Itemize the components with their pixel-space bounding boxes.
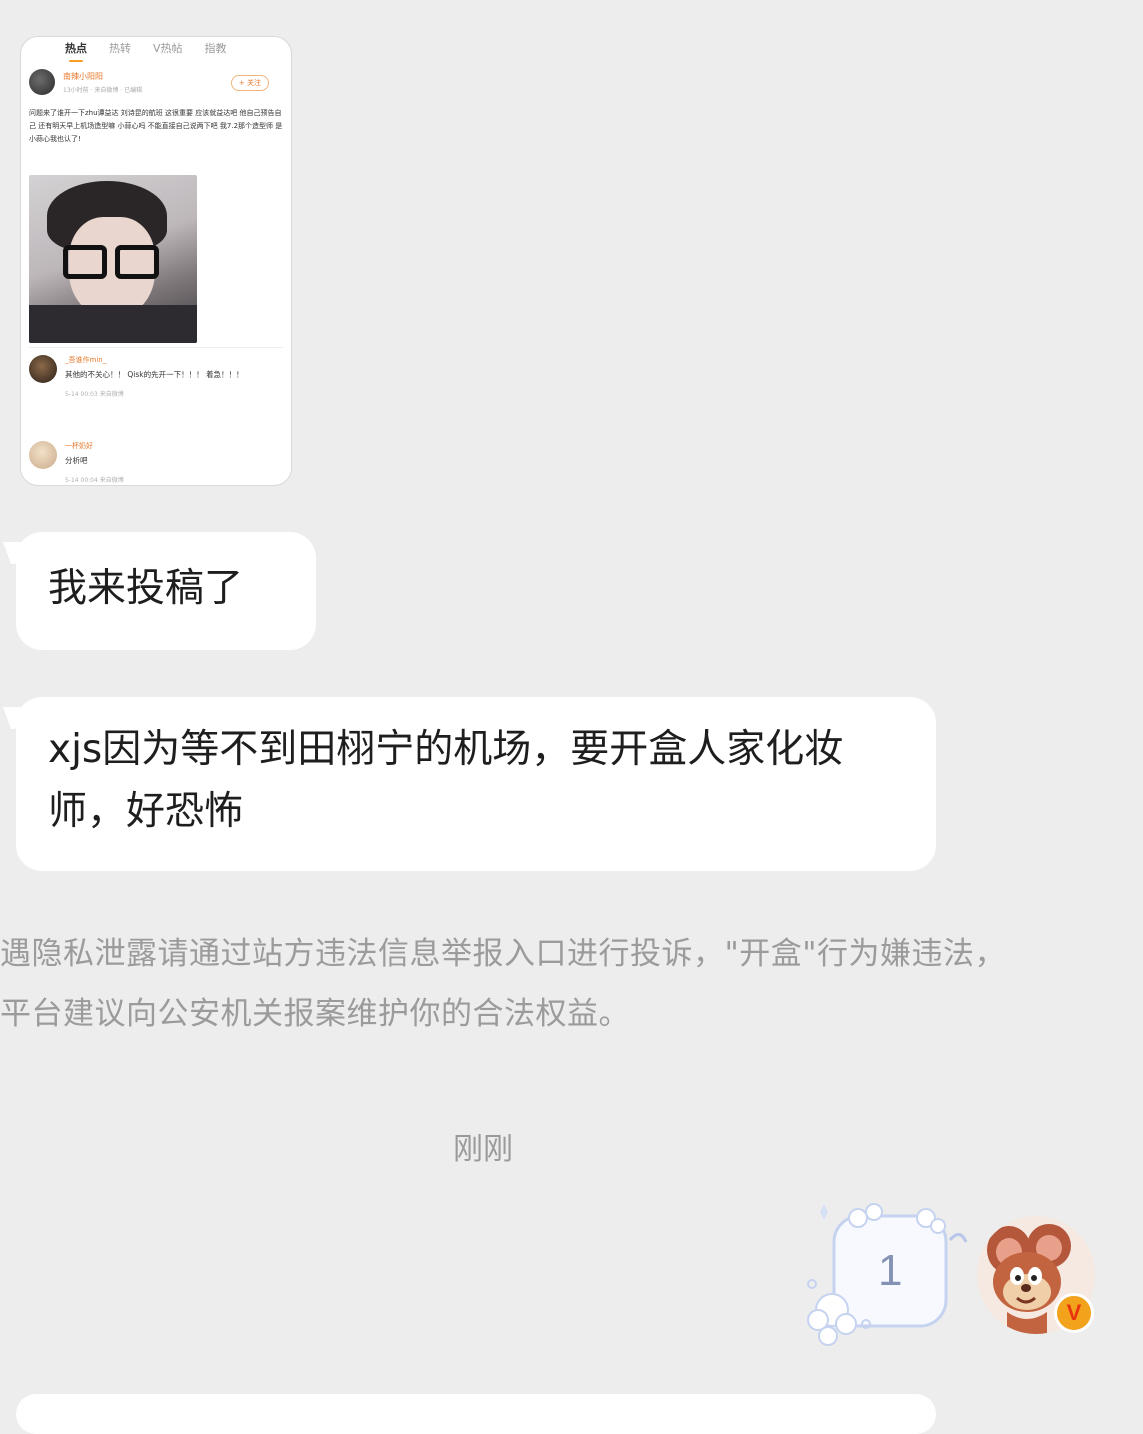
- thumbnail-post-text: 问题来了谁开一下zhu谭益达 刘诗昆的航班 这很重要 应该就益达吧 他自己预告自…: [29, 109, 283, 143]
- comment-1-text: 其他的不关心！！ Qisk的先开一下！！！ 着急！！！: [65, 370, 244, 379]
- thumbnail-comment-1: _吾谁作min_ 其他的不关心！！ Qisk的先开一下！！！ 着急！！！ 5-1…: [29, 355, 244, 398]
- sticker-number: 1: [878, 1246, 903, 1295]
- thumbnail-username: 南辣小阳阳: [63, 71, 103, 81]
- comment-2-avatar: [29, 441, 57, 469]
- thumbnail-post-header: 南辣小阳阳 13小时前 · 来自微博 · 已编辑: [29, 69, 142, 95]
- thumbnail-post-photo: [29, 175, 197, 343]
- comment-1-name: _吾谁作min_: [65, 356, 107, 364]
- thumbnail-tab-3: V热帖: [153, 42, 183, 55]
- verified-badge-icon: V: [1054, 1293, 1094, 1333]
- image-message-thumbnail[interactable]: 热点 热转 V热帖 指教 南辣小阳阳 13小时前 · 来自微博 · 已编辑 + …: [20, 36, 292, 486]
- thumbnail-user-meta: 13小时前 · 来自微博 · 已编辑: [63, 86, 143, 94]
- photo-glasses-right: [115, 245, 159, 279]
- comment-1-avatar: [29, 355, 57, 383]
- comment-2-name: 一杯奶好: [65, 442, 93, 450]
- comment-1-meta: 5-14 00:03 来自微博: [65, 391, 124, 398]
- thumbnail-user-avatar: [29, 69, 55, 95]
- message-bubble-partial[interactable]: [16, 1394, 936, 1434]
- thumbnail-tab-4: 指教: [204, 42, 227, 55]
- thumbnail-follow-label: + 关注: [230, 75, 269, 91]
- photo-glasses-left: [63, 245, 107, 279]
- message-text: xjs因为等不到田栩宁的机场，要开盒人家化妆师，好恐怖: [48, 727, 844, 834]
- comment-2-meta: 5-14 00:04 来自微博: [65, 477, 124, 484]
- photo-coat: [29, 305, 197, 343]
- message-bubble[interactable]: xjs因为等不到田栩宁的机场，要开盒人家化妆师，好恐怖: [16, 697, 936, 871]
- sent-sticker[interactable]: 1: [800, 1200, 970, 1350]
- thumbnail-comment-2: 一杯奶好 分析吧 5-14 00:04 来自微博: [29, 441, 124, 484]
- message-bubble[interactable]: 我来投稿了: [16, 532, 316, 650]
- system-privacy-notice: 遇隐私泄露请通过站方违法信息举报入口进行投诉，"开盒"行为嫌违法，平台建议向公安…: [0, 936, 1007, 1032]
- thumbnail-divider: [29, 347, 283, 348]
- thumbnail-tab-2: 热转: [109, 42, 131, 55]
- message-text: 我来投稿了: [48, 566, 244, 611]
- thumbnail-tab-hot: 热点: [65, 42, 87, 62]
- message-timestamp: 刚刚: [453, 1132, 513, 1167]
- thumbnail-tabs: 热点 热转 V热帖 指教: [21, 37, 291, 62]
- comment-2-text: 分析吧: [65, 456, 88, 465]
